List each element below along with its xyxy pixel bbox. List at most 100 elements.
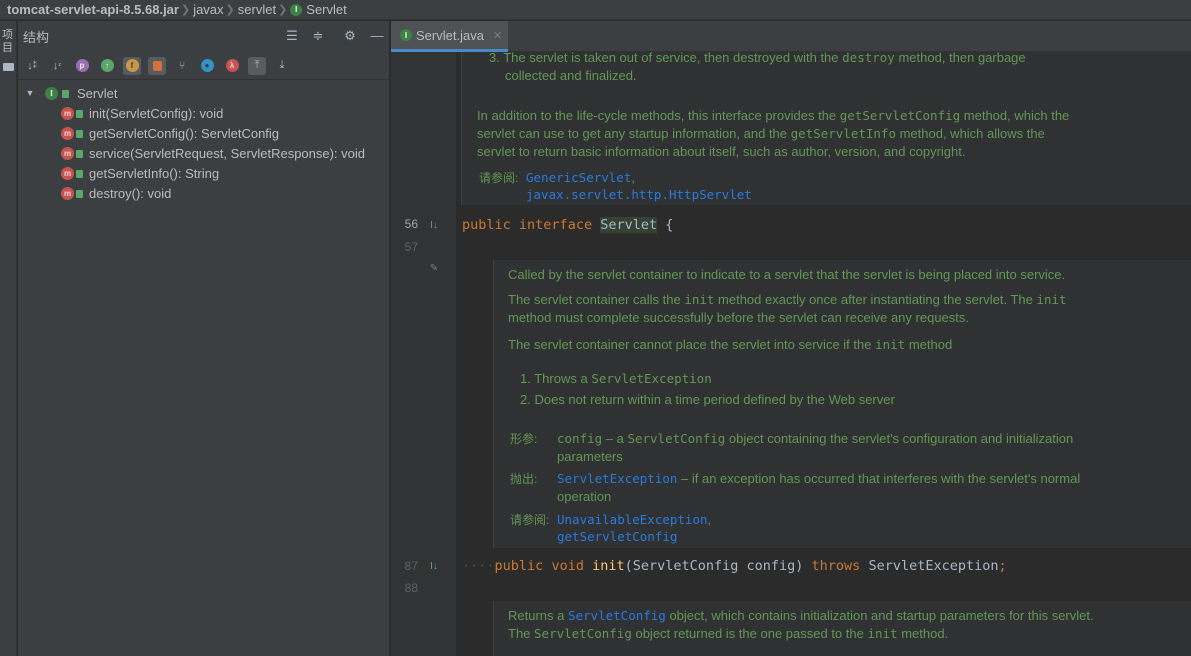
structure-toolbar: ↓ ⁑ ↓ ᶻ p ↑ f ⑂ ● λ ⤒ ⤓	[18, 52, 389, 80]
tab-servlet-java[interactable]: I Servlet.java ✕	[391, 21, 508, 52]
interface-icon: I	[45, 86, 58, 100]
interface-icon: I	[290, 3, 303, 16]
public-lock-icon	[76, 170, 83, 178]
structure-panel: 结构 ☰ ≑ ⚙ — ↓ ⁑ ↓ ᶻ p ↑ f ⑂ ● λ ⤒ ⤓ ▼ I Ser…	[18, 21, 390, 656]
doc-see-link[interactable]: javax.servlet.http.HttpServlet	[526, 186, 752, 204]
abstract-method-icon: m	[61, 126, 74, 140]
tree-item-label: destroy(): void	[89, 185, 172, 201]
left-tool-stripe: 项目	[0, 21, 17, 656]
show-non-public-icon[interactable]	[148, 56, 166, 75]
show-lambdas-icon[interactable]: ●	[198, 57, 216, 75]
tree-item-service[interactable]: m service(ServletRequest, ServletRespons…	[18, 143, 389, 163]
abstract-method-icon: m	[61, 106, 74, 120]
show-anonymous-classes-icon[interactable]: ⑂	[173, 57, 191, 75]
show-properties-icon[interactable]: p	[73, 57, 91, 75]
minimize-icon[interactable]: —	[370, 29, 384, 43]
tree-item-init[interactable]: m init(ServletConfig): void	[18, 103, 389, 123]
abstract-method-icon: m	[61, 186, 74, 200]
chevron-down-icon[interactable]: ▼	[24, 88, 36, 98]
doc-paragraph: servlet to return basic information abou…	[477, 144, 966, 159]
collapse-all-icon[interactable]: ≑	[311, 29, 325, 43]
autoscroll-to-source-icon[interactable]: ⤒	[248, 56, 266, 75]
doc-list-item: 1. Throws a ServletException	[520, 371, 712, 386]
tree-item-label: getServletConfig(): ServletConfig	[89, 125, 280, 141]
breadcrumb-package-servlet[interactable]: servlet	[238, 2, 276, 17]
editor-gutter: 56 I↓ 57 ✎ 87 I↓ 88	[391, 52, 456, 656]
tree-item-destroy[interactable]: m destroy(): void	[18, 183, 389, 203]
folder-icon[interactable]	[3, 63, 14, 71]
interface-icon: I	[400, 29, 412, 41]
breadcrumb-package-javax[interactable]: javax	[193, 2, 223, 17]
doc-throws-text: operation	[557, 489, 612, 504]
project-tool-button[interactable]: 项目	[2, 29, 14, 55]
breadcrumb-separator-icon: ❯	[180, 4, 191, 16]
javadoc-class-servlet: 3. The servlet is taken out of service, …	[461, 52, 1191, 205]
line-number: 56	[404, 217, 418, 231]
tree-item-label: getServletInfo(): String	[89, 165, 220, 181]
tree-item-get-servlet-config[interactable]: m getServletConfig(): ServletConfig	[18, 123, 389, 143]
breadcrumb-class-servlet[interactable]: Servlet	[306, 2, 346, 17]
doc-param-text: config – a ServletConfig object containi…	[557, 431, 1074, 446]
sort-alphabetically-icon[interactable]: ↓ ᶻ	[48, 57, 66, 75]
breadcrumb-jar[interactable]: tomcat-servlet-api-8.5.68.jar	[7, 2, 179, 17]
doc-paragraph: In addition to the life-cycle methods, t…	[477, 108, 1070, 123]
doc-text: collected and finalized.	[505, 68, 637, 83]
breadcrumb-separator-icon: ❯	[225, 4, 235, 16]
public-lock-icon	[76, 130, 83, 138]
doc-paragraph: The servlet container calls the init met…	[508, 292, 1067, 307]
tree-node-servlet[interactable]: ▼ I Servlet	[18, 83, 389, 103]
doc-see-link[interactable]: UnavailableException,	[557, 511, 711, 529]
pencil-icon[interactable]: ✎	[427, 261, 441, 275]
doc-param-label: 形参:	[510, 432, 538, 446]
show-fields-icon[interactable]: f	[123, 56, 141, 75]
doc-paragraph: servlet can use to get any startup infor…	[477, 126, 1045, 141]
close-icon[interactable]: ✕	[493, 29, 502, 42]
doc-see-label: 请参阅:	[479, 171, 519, 185]
doc-see-link[interactable]: getServletConfig	[557, 528, 677, 546]
lambda-icon[interactable]: λ	[223, 57, 241, 75]
autoscroll-from-source-icon[interactable]: ⤓	[273, 57, 291, 75]
doc-param-text: parameters	[557, 449, 623, 464]
sort-by-visibility-icon[interactable]: ↓ ⁑	[23, 57, 41, 75]
public-lock-icon	[76, 150, 83, 158]
gear-icon[interactable]: ⚙	[343, 29, 357, 43]
implemented-icon[interactable]: I↓	[427, 559, 441, 573]
tree-item-label: service(ServletRequest, ServletResponse)…	[89, 145, 366, 161]
tree-item-label: init(ServletConfig): void	[89, 105, 224, 121]
show-inherited-icon[interactable]: ↑	[98, 57, 116, 75]
tree-node-label: Servlet	[77, 85, 118, 101]
doc-paragraph: The ServletConfig object returned is the…	[508, 626, 949, 641]
javadoc-method-init: Called by the servlet container to indic…	[493, 260, 1191, 548]
doc-see-label: 请参阅:	[510, 513, 550, 527]
line-number: 87	[404, 559, 418, 573]
editor-tab-bar: I Servlet.java ✕	[391, 21, 1191, 52]
structure-header: 结构 ☰ ≑ ⚙ —	[18, 21, 389, 52]
abstract-method-icon: m	[61, 146, 74, 160]
code-line-56[interactable]: public interface Servlet {	[462, 215, 1191, 237]
doc-paragraph: The servlet container cannot place the s…	[508, 337, 953, 352]
doc-list-item: 2. Does not return within a time period …	[520, 392, 895, 407]
structure-title: 结构	[23, 30, 50, 45]
tab-label: Servlet.java	[416, 27, 484, 43]
line-number: 57	[404, 240, 418, 254]
tree-item-get-servlet-info[interactable]: m getServletInfo(): String	[18, 163, 389, 183]
doc-list-item: 3. The servlet is taken out of service, …	[489, 52, 1026, 65]
code-line-87[interactable]: ····public void init(ServletConfig confi…	[462, 556, 1191, 578]
expand-all-icon[interactable]: ☰	[285, 29, 299, 43]
navigation-breadcrumb: tomcat-servlet-api-8.5.68.jar ❯ javax ❯ …	[0, 0, 1191, 20]
structure-tree: ▼ I Servlet m init(ServletConfig): void …	[18, 80, 389, 203]
line-number: 88	[404, 581, 418, 595]
doc-paragraph: Returns a ServletConfig object, which co…	[508, 608, 1094, 623]
doc-throws-text: ServletException – if an exception has o…	[557, 471, 1081, 486]
doc-paragraph: method must complete successfully before…	[508, 310, 969, 325]
public-lock-icon	[76, 190, 83, 198]
code-editor[interactable]: 56 I↓ 57 ✎ 87 I↓ 88 3. The servlet is ta…	[391, 52, 1191, 656]
javadoc-method-get-servlet-config: Returns a ServletConfig object, which co…	[493, 601, 1191, 656]
implemented-icon[interactable]: I↓	[427, 218, 441, 232]
breadcrumb-separator-icon: ❯	[278, 4, 288, 16]
public-lock-icon	[76, 110, 83, 118]
doc-see-link[interactable]: GenericServlet,	[526, 169, 635, 187]
doc-throws-label: 抛出:	[510, 472, 538, 486]
abstract-method-icon: m	[61, 166, 74, 180]
doc-paragraph: Called by the servlet container to indic…	[508, 267, 1066, 282]
